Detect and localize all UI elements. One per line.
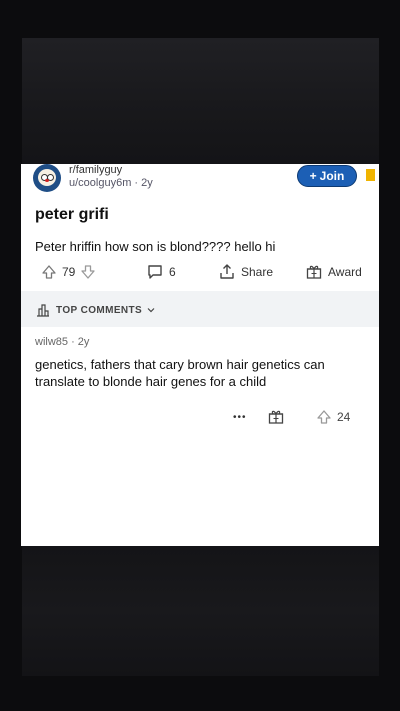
- post-vote-count: 79: [62, 265, 76, 279]
- bookmark-icon[interactable]: [366, 169, 375, 181]
- downvote-icon[interactable]: [80, 264, 96, 280]
- join-label: Join: [319, 169, 345, 183]
- chevron-down-icon: [147, 308, 155, 313]
- comment-vote-count: 24: [337, 410, 351, 424]
- post-title: peter grifi: [35, 206, 109, 223]
- comment-award-button[interactable]: [267, 407, 285, 427]
- award-label: Award: [328, 265, 362, 279]
- share-button[interactable]: Share: [218, 262, 273, 282]
- avatar-nose: [45, 179, 49, 182]
- comments-sort-bar: TOP COMMENTS: [21, 291, 379, 327]
- comment-author[interactable]: wilw85 · 2y: [35, 336, 89, 348]
- post-card: r/familyguy u/coolguy6m · 2y + Join pete…: [21, 164, 379, 546]
- comment-count: 6: [169, 265, 176, 279]
- comment-vote-control: 24: [316, 407, 350, 427]
- share-label: Share: [241, 265, 274, 279]
- video-overlay-bottom: [22, 546, 379, 676]
- post-author[interactable]: u/coolguy6m · 2y: [69, 177, 153, 190]
- upvote-icon[interactable]: [41, 264, 57, 280]
- comment-icon: [148, 265, 162, 279]
- more-label: •••: [233, 411, 247, 423]
- comments-sort-label: TOP COMMENTS: [56, 304, 143, 316]
- award-icon: [306, 265, 322, 279]
- post-meta: r/familyguy u/coolguy6m · 2y: [69, 164, 153, 190]
- vote-control: 79: [41, 262, 96, 282]
- post-body: Peter hriffin how son is blond???? hello…: [35, 239, 276, 254]
- video-overlay-top: [22, 38, 379, 164]
- comment-button[interactable]: 6: [146, 262, 176, 282]
- award-button[interactable]: Award: [305, 262, 362, 282]
- join-button[interactable]: + Join: [297, 165, 357, 187]
- subreddit-name[interactable]: r/familyguy: [69, 164, 153, 177]
- comment-text: genetics, fathers that cary brown hair g…: [35, 357, 325, 389]
- plus-icon: +: [309, 169, 317, 183]
- comments-sort-button[interactable]: TOP COMMENTS: [35, 302, 155, 318]
- share-icon: [220, 264, 234, 279]
- post-header: r/familyguy u/coolguy6m · 2y + Join: [33, 164, 375, 194]
- subreddit-avatar[interactable]: [33, 164, 61, 192]
- comment-more-button[interactable]: •••: [233, 407, 247, 427]
- award-icon: [268, 410, 284, 424]
- post-actions: 79 6 Share Award: [33, 262, 371, 284]
- trophy-icon: [37, 304, 49, 317]
- upvote-icon[interactable]: [316, 409, 332, 425]
